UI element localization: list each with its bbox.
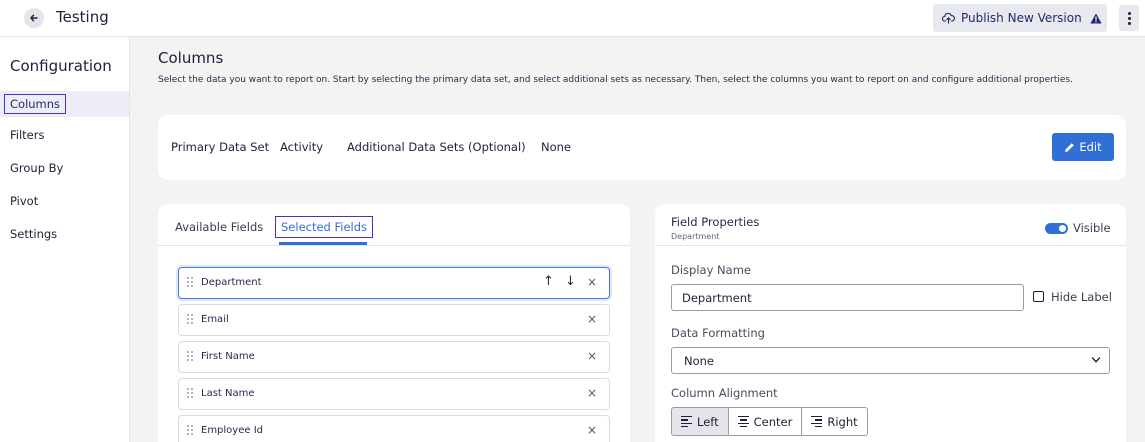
align-right-label: Right bbox=[827, 414, 858, 429]
fields-card: Available Fields Selected Fields Departm… bbox=[158, 204, 630, 442]
field-properties-card: Field Properties Department Visible Disp… bbox=[655, 204, 1126, 442]
data-formatting-select[interactable]: None bbox=[671, 347, 1110, 374]
data-formatting-label: Data Formatting bbox=[671, 326, 765, 340]
field-name: Department bbox=[201, 277, 262, 288]
visible-toggle-label: Visible bbox=[1073, 221, 1111, 235]
display-name-input[interactable] bbox=[671, 284, 1024, 311]
edit-button-label: Edit bbox=[1079, 140, 1102, 154]
close-icon[interactable]: × bbox=[587, 386, 597, 400]
field-properties-subtitle: Department bbox=[671, 232, 720, 241]
data-sets-card: Primary Data Set Activity Additional Dat… bbox=[158, 115, 1126, 180]
align-left-button[interactable]: Left bbox=[671, 407, 729, 436]
visible-toggle[interactable] bbox=[1045, 223, 1068, 234]
additional-data-sets-label: Additional Data Sets (Optional) bbox=[347, 140, 526, 154]
top-bar: Testing Publish New Version bbox=[0, 0, 1145, 37]
page-title: Testing bbox=[56, 8, 109, 26]
properties-divider bbox=[655, 245, 1126, 246]
align-left-icon bbox=[681, 415, 692, 428]
selected-field-row[interactable]: Email × bbox=[178, 304, 610, 336]
sidebar-heading: Configuration bbox=[10, 57, 112, 75]
sidebar-item-columns[interactable]: Columns bbox=[4, 94, 67, 114]
drag-handle-icon[interactable] bbox=[187, 277, 193, 287]
field-name: Email bbox=[201, 314, 229, 325]
sidebar: Configuration Columns Filters Group By P… bbox=[0, 37, 130, 442]
drag-handle-icon[interactable] bbox=[187, 351, 193, 361]
edit-button[interactable]: Edit bbox=[1052, 133, 1114, 161]
primary-data-set-value: Activity bbox=[280, 140, 324, 154]
arrow-up-icon[interactable]: ↑ bbox=[543, 274, 554, 289]
publish-new-version-button[interactable]: Publish New Version bbox=[933, 4, 1107, 32]
hide-label-text: Hide Label bbox=[1051, 290, 1112, 304]
field-name: First Name bbox=[201, 351, 255, 362]
selected-field-row[interactable]: Last Name × bbox=[178, 378, 610, 410]
sidebar-item-group-by[interactable]: Group By bbox=[10, 161, 63, 175]
warning-triangle-icon bbox=[1090, 13, 1102, 23]
field-properties-title: Field Properties bbox=[671, 215, 760, 229]
tab-selected-fields[interactable]: Selected Fields bbox=[275, 216, 374, 238]
display-name-label: Display Name bbox=[671, 263, 751, 277]
back-button[interactable] bbox=[24, 8, 44, 28]
close-icon[interactable]: × bbox=[587, 312, 597, 326]
cloud-upload-icon bbox=[942, 12, 955, 24]
align-center-icon bbox=[737, 415, 749, 428]
align-center-button[interactable]: Center bbox=[727, 407, 803, 436]
additional-data-sets-value: None bbox=[541, 140, 572, 154]
arrow-left-icon bbox=[30, 14, 38, 22]
selected-field-row[interactable]: Employee Id × bbox=[178, 415, 610, 442]
arrow-down-icon[interactable]: ↓ bbox=[565, 274, 576, 289]
selected-field-row[interactable]: Department ↑ ↓ × bbox=[178, 267, 610, 299]
section-title: Columns bbox=[158, 49, 224, 67]
hide-label-checkbox[interactable] bbox=[1033, 291, 1044, 302]
close-icon[interactable]: × bbox=[587, 423, 597, 437]
section-description: Select the data you want to report on. S… bbox=[158, 75, 1073, 85]
publish-button-label: Publish New Version bbox=[961, 11, 1082, 25]
column-alignment-label: Column Alignment bbox=[671, 386, 778, 400]
field-name: Last Name bbox=[201, 388, 255, 399]
align-center-label: Center bbox=[753, 414, 793, 429]
chevron-down-icon bbox=[1091, 357, 1101, 363]
align-right-button[interactable]: Right bbox=[801, 407, 868, 436]
close-icon[interactable]: × bbox=[587, 275, 597, 289]
primary-data-set-label: Primary Data Set bbox=[171, 140, 270, 154]
tab-available-fields[interactable]: Available Fields bbox=[175, 220, 263, 234]
align-left-label: Left bbox=[697, 414, 719, 429]
pencil-icon bbox=[1065, 142, 1075, 152]
drag-handle-icon[interactable] bbox=[187, 388, 193, 398]
more-options-button[interactable] bbox=[1119, 5, 1139, 31]
tabs-divider bbox=[158, 245, 630, 246]
drag-handle-icon[interactable] bbox=[187, 425, 193, 435]
sidebar-item-pivot[interactable]: Pivot bbox=[10, 194, 38, 208]
close-icon[interactable]: × bbox=[587, 349, 597, 363]
sidebar-item-settings[interactable]: Settings bbox=[10, 227, 57, 241]
kebab-icon bbox=[1127, 11, 1131, 25]
align-right-icon bbox=[811, 415, 823, 428]
data-formatting-value: None bbox=[684, 354, 715, 368]
alignment-button-group: Left Center Right bbox=[671, 407, 868, 436]
sidebar-item-filters[interactable]: Filters bbox=[10, 128, 44, 142]
field-name: Employee Id bbox=[201, 425, 264, 436]
drag-handle-icon[interactable] bbox=[187, 314, 193, 324]
selected-field-row[interactable]: First Name × bbox=[178, 341, 610, 373]
